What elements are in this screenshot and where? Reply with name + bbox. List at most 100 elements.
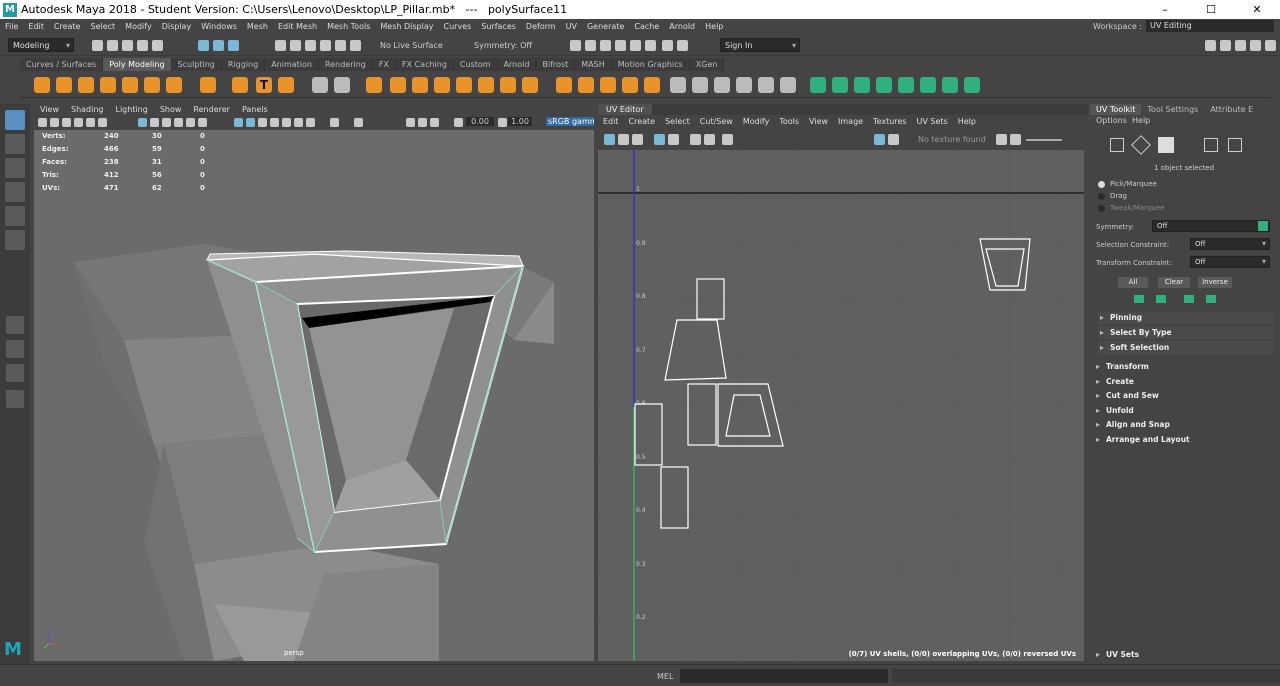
menu-modify[interactable]: Modify xyxy=(120,22,157,31)
grow-selection-icon[interactable] xyxy=(1134,295,1144,303)
uv-menu-image[interactable]: Image xyxy=(833,115,868,128)
uv-menu-tools[interactable]: Tools xyxy=(774,115,804,128)
select-object-icon[interactable] xyxy=(213,40,224,51)
section-align-and-snap[interactable]: Align and Snap xyxy=(1094,418,1270,431)
section-soft-selection[interactable]: Soft Selection xyxy=(1098,341,1274,354)
hypershade-icon[interactable] xyxy=(615,40,626,51)
poly-plane-icon[interactable] xyxy=(144,77,160,93)
uv-vertex-component-icon[interactable] xyxy=(1110,138,1124,152)
menu-display[interactable]: Display xyxy=(157,22,197,31)
uv-face-component-icon[interactable] xyxy=(1158,137,1174,153)
uv-exposure-icon[interactable] xyxy=(1010,134,1021,145)
open-scene-icon[interactable] xyxy=(107,40,118,51)
outliner-icon[interactable] xyxy=(1265,40,1276,51)
mode-dropdown[interactable]: Modeling xyxy=(8,38,74,53)
lasso-tool-icon[interactable] xyxy=(5,134,25,154)
ipr-render-icon[interactable] xyxy=(585,40,596,51)
snap-grid-icon[interactable] xyxy=(275,40,286,51)
extrude-icon[interactable] xyxy=(556,77,572,93)
boolean-difference-icon[interactable] xyxy=(412,77,428,93)
modeling-toolkit-icon[interactable] xyxy=(1205,40,1216,51)
uv-exposure-slider[interactable] xyxy=(1026,139,1062,141)
uv-menu-edit[interactable]: Edit xyxy=(598,115,624,128)
menu-deform[interactable]: Deform xyxy=(521,22,561,31)
undo-icon[interactable] xyxy=(137,40,148,51)
shrink-loop-icon[interactable] xyxy=(1206,295,1216,303)
shelf-tab-arnold[interactable]: Arnold xyxy=(497,58,537,71)
spherical-map-icon[interactable] xyxy=(854,77,870,93)
symmetry-dropdown[interactable]: Off xyxy=(1152,220,1270,232)
attribute-editor-icon[interactable] xyxy=(1220,40,1231,51)
platonic-solid-icon[interactable] xyxy=(200,77,216,93)
offset-edge-loop-icon[interactable] xyxy=(780,77,796,93)
bevel-icon[interactable] xyxy=(578,77,594,93)
minimize-button[interactable]: – xyxy=(1142,0,1188,19)
tweak-marquee-radio[interactable] xyxy=(1098,205,1105,212)
shelf-tab-mash[interactable]: MASH xyxy=(575,58,612,71)
uv-layout[interactable]: 1 0.9 0.8 0.7 0.6 0.5 0.4 0.3 0.2 xyxy=(598,150,1084,661)
menu-arnold[interactable]: Arnold xyxy=(664,22,700,31)
shelf-tab-rigging[interactable]: Rigging xyxy=(221,58,266,71)
live-surface-label[interactable]: No Live Surface xyxy=(380,41,443,50)
shelf-tab-fx[interactable]: FX xyxy=(372,58,396,71)
rotate-tool-icon[interactable] xyxy=(5,206,25,226)
smooth-icon[interactable] xyxy=(366,77,382,93)
snap-view-icon[interactable] xyxy=(320,40,331,51)
menu-select[interactable]: Select xyxy=(85,22,120,31)
section-uv-sets[interactable]: UV Sets xyxy=(1094,648,1270,661)
symmetry-status[interactable]: Symmetry: Off xyxy=(474,41,532,50)
tool-settings-icon[interactable] xyxy=(1235,40,1246,51)
render-icon[interactable] xyxy=(570,40,581,51)
menu-surfaces[interactable]: Surfaces xyxy=(476,22,521,31)
four-pane-layout-icon[interactable] xyxy=(6,340,24,358)
section-cut-and-sew[interactable]: Cut and Sew xyxy=(1094,389,1270,402)
menu-curves[interactable]: Curves xyxy=(438,22,476,31)
uv-image-display-icon[interactable] xyxy=(874,134,885,145)
tab-uv-toolkit[interactable]: UV Toolkit xyxy=(1090,104,1142,115)
two-pane-layout-icon[interactable] xyxy=(6,364,24,382)
svg-icon[interactable] xyxy=(278,77,294,93)
uv-snapshot-icon[interactable] xyxy=(722,134,733,145)
poly-cube-icon[interactable] xyxy=(56,77,72,93)
snap-point-icon[interactable] xyxy=(305,40,316,51)
uv-checker-icon[interactable] xyxy=(704,134,715,145)
cylindrical-map-icon[interactable] xyxy=(832,77,848,93)
tab-tool-settings[interactable]: Tool Settings xyxy=(1141,104,1204,115)
symmetry-icon[interactable] xyxy=(1258,221,1268,231)
invert-selection-button[interactable]: Inverse xyxy=(1198,277,1232,288)
separate-icon[interactable] xyxy=(334,77,350,93)
poly-sphere-icon[interactable] xyxy=(34,77,50,93)
shelf-tab-curves-surfaces[interactable]: Curves / Surfaces xyxy=(20,58,104,71)
clear-selection-button[interactable]: Clear xyxy=(1158,277,1190,288)
command-language-label[interactable]: MEL xyxy=(657,672,673,681)
outliner-layout-icon[interactable] xyxy=(6,390,24,408)
poly-cylinder-icon[interactable] xyxy=(78,77,94,93)
connect-icon[interactable] xyxy=(714,77,730,93)
play-icon[interactable] xyxy=(662,40,673,51)
menu-edit[interactable]: Edit xyxy=(23,22,49,31)
section-select-by-type[interactable]: Select By Type xyxy=(1098,326,1274,339)
wedge-icon[interactable] xyxy=(622,77,638,93)
uv-shade-icon[interactable] xyxy=(668,134,679,145)
shelf-tab-custom[interactable]: Custom xyxy=(453,58,498,71)
uv-menu-textures[interactable]: Textures xyxy=(868,115,911,128)
uv-edge-component-icon[interactable] xyxy=(1131,135,1151,155)
light-editor-icon[interactable] xyxy=(645,40,656,51)
poly-disc-icon[interactable] xyxy=(166,77,182,93)
uv-menu-select[interactable]: Select xyxy=(660,115,695,128)
shelf-tab-motion-graphics[interactable]: Motion Graphics xyxy=(611,58,690,71)
boolean-intersection-icon[interactable] xyxy=(434,77,450,93)
section-unfold[interactable]: Unfold xyxy=(1094,404,1270,417)
section-create[interactable]: Create xyxy=(1094,375,1270,388)
menu-mesh[interactable]: Mesh xyxy=(242,22,273,31)
pick-marquee-radio[interactable] xyxy=(1098,181,1105,188)
uv-menu-modify[interactable]: Modify xyxy=(738,115,775,128)
uv-menu-uv-sets[interactable]: UV Sets xyxy=(912,115,953,128)
transform-constraint-dropdown[interactable]: Off xyxy=(1190,256,1270,268)
selection-constraint-dropdown[interactable]: Off xyxy=(1190,238,1270,250)
shelf-tab-fx-caching[interactable]: FX Caching xyxy=(395,58,454,71)
quad-draw-icon[interactable] xyxy=(736,77,752,93)
poly-torus-icon[interactable] xyxy=(122,77,138,93)
shelf-tab-animation[interactable]: Animation xyxy=(265,58,319,71)
toolkit-menu-help[interactable]: Help xyxy=(1132,116,1150,125)
